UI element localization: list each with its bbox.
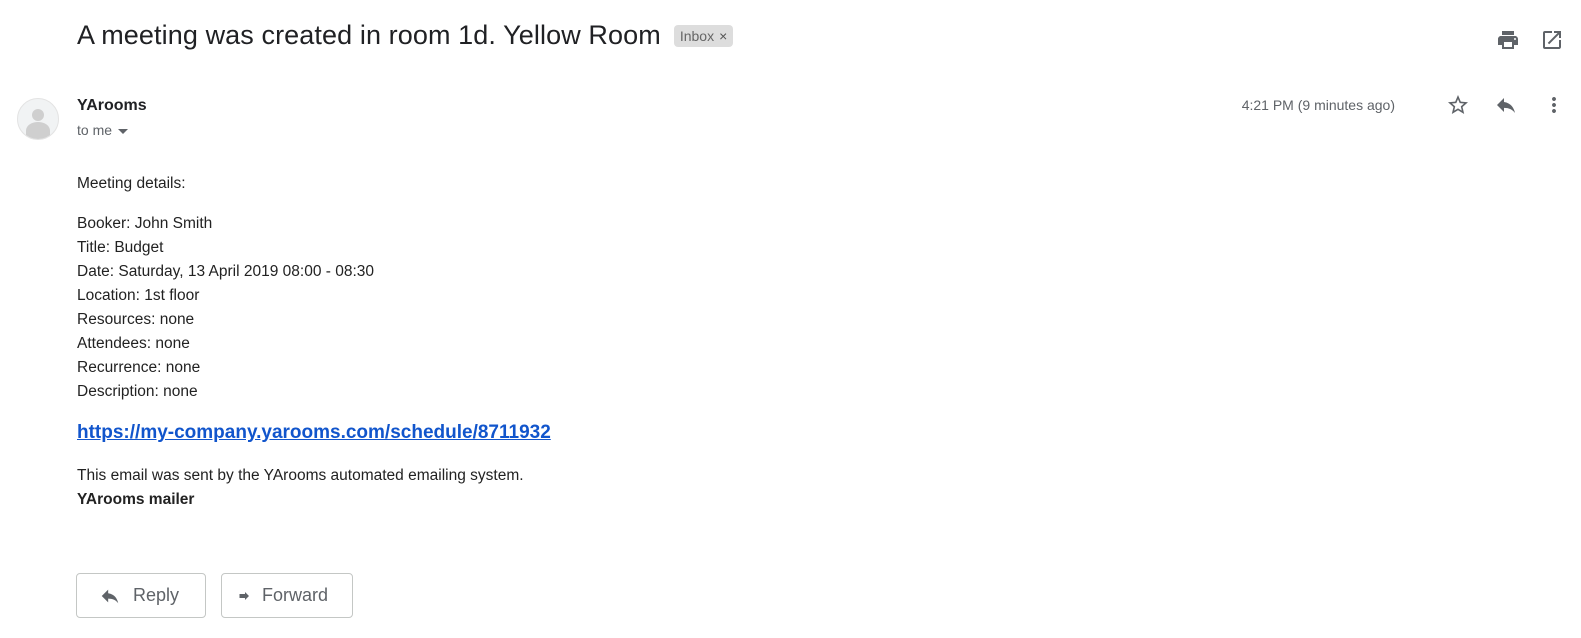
recipient-details-toggle[interactable]: to me xyxy=(77,122,129,138)
detail-title: Title: Budget xyxy=(77,239,164,256)
forward-button[interactable]: Forward xyxy=(221,573,353,618)
more-vert-icon[interactable] xyxy=(1541,92,1567,118)
detail-resources: Resources: none xyxy=(77,311,195,328)
email-subject-row: A meeting was created in room 1d. Yellow… xyxy=(77,20,734,51)
detail-attendees: Attendees: none xyxy=(77,335,190,352)
recipient-label: to me xyxy=(77,122,113,138)
reply-icon xyxy=(101,589,119,603)
reply-icon[interactable] xyxy=(1493,92,1519,118)
footer-note: This email was sent by the YArooms autom… xyxy=(77,467,524,484)
body-intro: Meeting details: xyxy=(77,175,186,192)
detail-description: Description: none xyxy=(77,383,198,400)
print-icon[interactable] xyxy=(1495,27,1521,53)
inbox-label-text: Inbox xyxy=(679,27,715,44)
open-in-new-window-icon[interactable] xyxy=(1539,27,1565,53)
forward-icon xyxy=(239,591,249,600)
forward-button-label: Forward xyxy=(261,585,328,605)
detail-booker: Booker: John Smith xyxy=(77,215,213,232)
email-subject: A meeting was created in room 1d. Yellow… xyxy=(77,20,661,50)
email-body: Meeting details: Booker: John Smith Titl… xyxy=(77,172,551,512)
reply-button-label: Reply xyxy=(133,585,180,605)
signature: YArooms mailer xyxy=(77,491,195,508)
thread-toolbar xyxy=(1495,27,1565,53)
message-actions xyxy=(1445,92,1567,118)
star-icon[interactable] xyxy=(1445,92,1471,118)
detail-recurrence: Recurrence: none xyxy=(77,359,201,376)
reply-button[interactable]: Reply xyxy=(76,573,206,618)
chevron-down-icon[interactable] xyxy=(118,128,129,134)
inbox-label-chip[interactable]: Inbox × xyxy=(673,24,734,47)
default-avatar-icon xyxy=(17,98,59,140)
detail-date: Date: Saturday, 13 April 2019 08:00 - 08… xyxy=(77,263,374,280)
sender-name[interactable]: YArooms xyxy=(77,97,147,115)
detail-location: Location: 1st floor xyxy=(77,287,200,304)
schedule-link[interactable]: https://my-company.yarooms.com/schedule/… xyxy=(77,422,551,444)
meeting-details-list: Booker: John Smith Title: Budget Date: S… xyxy=(77,212,551,404)
reply-forward-bar: Reply Forward xyxy=(76,573,353,618)
remove-label-icon[interactable]: × xyxy=(719,28,727,44)
email-timestamp: 4:21 PM (9 minutes ago) xyxy=(1241,97,1395,113)
